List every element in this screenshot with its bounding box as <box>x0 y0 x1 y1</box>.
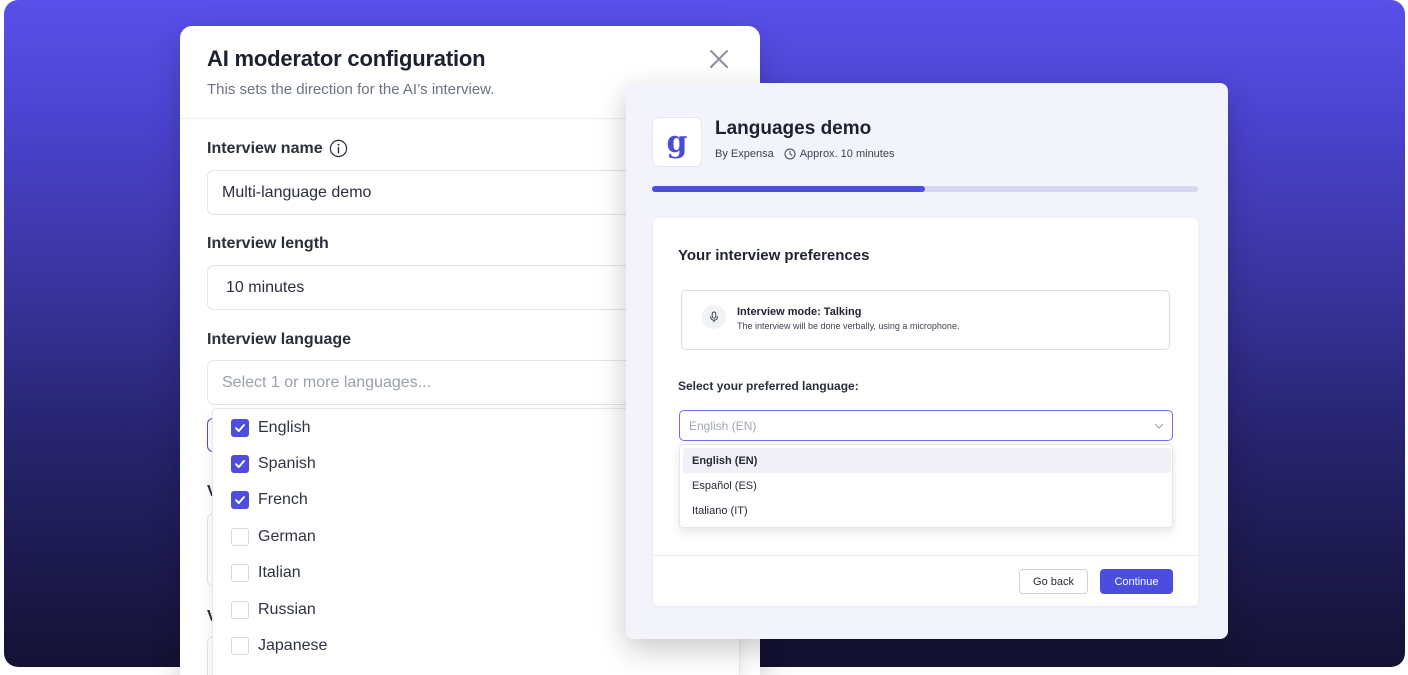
preferences-title: Your interview preferences <box>678 247 870 264</box>
interview-title: Languages demo <box>715 118 872 139</box>
progress-bar <box>652 186 1198 192</box>
interview-meta: By Expensa Approx. 10 minutes <box>715 148 894 160</box>
config-title: AI moderator configuration <box>207 46 486 71</box>
interview-length-label: Interview length <box>207 235 329 252</box>
card-footer-divider <box>653 555 1198 556</box>
continue-button[interactable]: Continue <box>1100 569 1173 594</box>
checkbox-unchecked[interactable] <box>231 601 249 619</box>
interview-name-label: Interview name <box>207 139 348 158</box>
language-option-italian[interactable]: Italian <box>231 562 301 584</box>
interview-mode-title: Interview mode: Talking <box>737 306 862 318</box>
checkbox-unchecked[interactable] <box>231 637 249 655</box>
author-text: By Expensa <box>715 148 774 160</box>
microphone-icon <box>702 305 726 329</box>
language-option-german[interactable]: German <box>231 526 316 548</box>
duration-text: Approx. 10 minutes <box>799 148 895 160</box>
checkbox-checked[interactable] <box>231 491 249 509</box>
check-icon <box>235 496 245 504</box>
check-icon <box>235 460 245 468</box>
chevron-down-icon <box>1154 423 1164 429</box>
language-option-english[interactable]: English <box>231 417 310 439</box>
interview-language-label: Interview language <box>207 331 352 348</box>
language-option-japanese[interactable]: Japanese <box>231 635 327 657</box>
checkbox-checked[interactable] <box>231 455 249 473</box>
language-option-italiano-it[interactable]: Italiano (IT) <box>683 498 1171 523</box>
close-icon[interactable] <box>708 48 730 70</box>
interview-preview-panel: g Languages demo By Expensa Approx. 10 m… <box>626 83 1228 639</box>
language-option-spanish[interactable]: Spanish <box>231 453 316 475</box>
progress-fill <box>652 186 925 192</box>
preferences-card: Your interview preferences Interview mod… <box>653 218 1198 606</box>
interview-mode-description: The interview will be done verbally, usi… <box>737 321 960 331</box>
language-option-russian[interactable]: Russian <box>231 599 316 621</box>
clock-icon <box>784 148 796 160</box>
language-select-label: Select your preferred language: <box>678 379 859 393</box>
company-logo: g <box>652 117 702 167</box>
checkbox-unchecked[interactable] <box>231 564 249 582</box>
go-back-button[interactable]: Go back <box>1019 569 1088 594</box>
language-option-espanol-es[interactable]: Español (ES) <box>683 473 1171 498</box>
interview-mode-box: Interview mode: Talking The interview wi… <box>681 290 1170 350</box>
checkbox-checked[interactable] <box>231 419 249 437</box>
language-option-english-en[interactable]: English (EN) <box>683 448 1171 473</box>
check-icon <box>235 424 245 432</box>
language-options-list: English (EN) Español (ES) Italiano (IT) <box>679 444 1173 528</box>
checkbox-unchecked[interactable] <box>231 528 249 546</box>
language-option-french[interactable]: French <box>231 489 308 511</box>
language-select[interactable]: English (EN) <box>679 410 1173 441</box>
info-icon[interactable] <box>329 139 348 158</box>
